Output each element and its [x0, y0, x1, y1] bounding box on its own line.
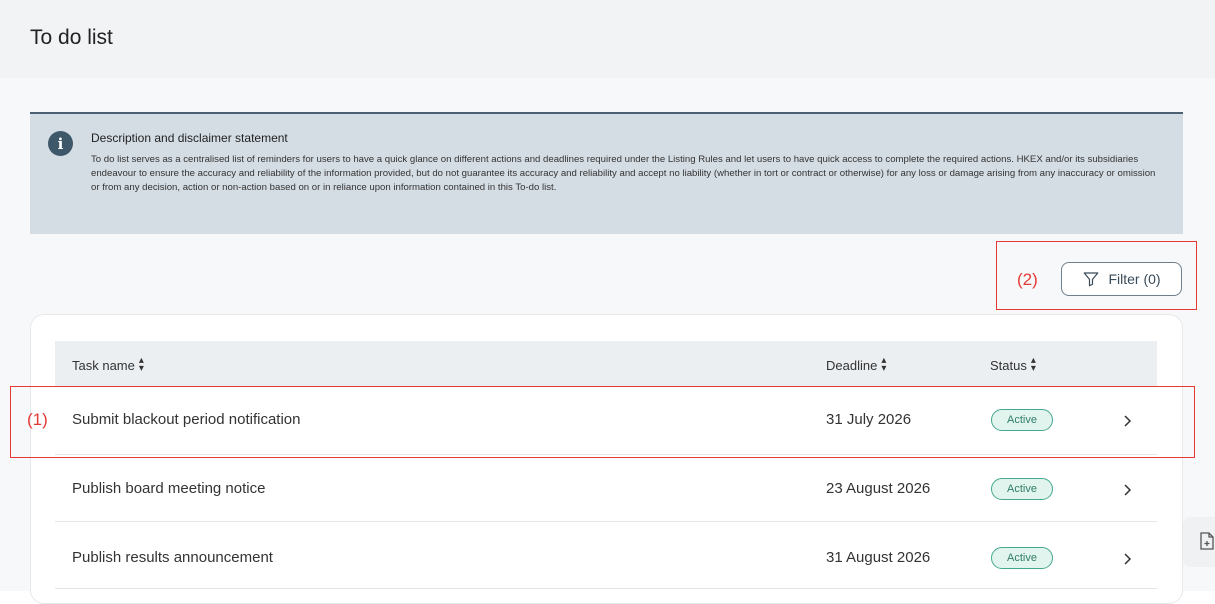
chevron-right-icon[interactable] [1119, 551, 1135, 567]
column-header-status-label: Status [990, 357, 1027, 373]
sort-icon: ▴ ▾ [881, 355, 887, 374]
table-row[interactable]: Publish board meeting notice 23 August 2… [55, 455, 1157, 522]
column-header-task-label: Task name [72, 357, 135, 373]
column-header-task-name[interactable]: Task name ▴ ▾ [72, 355, 144, 374]
side-action-button[interactable] [1183, 517, 1215, 567]
info-icon: i [48, 131, 73, 156]
annotation-box-row [10, 386, 1195, 458]
task-deadline: 31 August 2026 [826, 549, 931, 566]
annotation-label-filter: (2) [1017, 270, 1038, 289]
table-row[interactable]: Publish results announcement 31 August 2… [55, 522, 1157, 589]
disclaimer-title: Description and disclaimer statement [91, 131, 288, 145]
task-name: Publish results announcement [72, 549, 273, 566]
filter-funnel-icon [1084, 272, 1099, 287]
page-title: To do list [30, 26, 113, 49]
column-header-deadline-label: Deadline [826, 357, 878, 373]
status-badge: Active [991, 547, 1053, 569]
annotation-label-row: (1) [27, 410, 48, 429]
sort-icon: ▴ ▾ [138, 355, 144, 374]
task-deadline: 23 August 2026 [826, 480, 931, 497]
status-badge: Active [991, 478, 1053, 500]
task-name: Publish board meeting notice [72, 480, 266, 497]
disclaimer-text: To do list serves as a centralised list … [91, 154, 1156, 194]
chevron-right-icon[interactable] [1119, 482, 1135, 498]
document-add-icon [1200, 532, 1214, 550]
page-header [0, 0, 1215, 78]
filter-button-label: Filter (0) [1108, 271, 1161, 287]
column-header-deadline[interactable]: Deadline ▴ ▾ [826, 355, 887, 374]
sort-icon: ▴ ▾ [1030, 355, 1036, 374]
column-header-status[interactable]: Status ▴ ▾ [990, 355, 1036, 374]
filter-button[interactable]: Filter (0) [1061, 262, 1182, 296]
